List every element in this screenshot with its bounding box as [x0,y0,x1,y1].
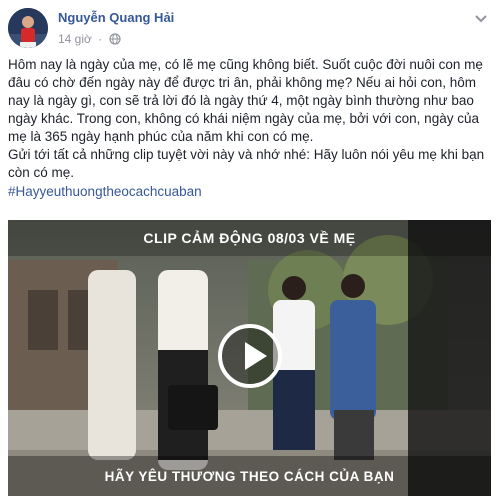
post-meta: 14 giờ · [58,32,121,46]
globe-icon[interactable] [108,33,121,45]
post-header: Nguyễn Quang Hải 14 giờ · [8,8,491,50]
play-icon [245,342,267,370]
post-body: Hôm nay là ngày của mẹ, có lẽ mẹ cũng kh… [8,56,496,201]
hashtag-link[interactable]: #Hayyeuthuongtheocachcuaban [8,183,202,201]
video-player[interactable]: CLIP CẢM ĐỘNG 08/03 VỀ MẸ HÃY YÊU THƯƠNG… [8,220,491,496]
author-name[interactable]: Nguyễn Quang Hải [58,10,174,25]
post-paragraph: Hôm nay là ngày của mẹ, có lẽ mẹ cũng kh… [8,57,483,144]
video-title: CLIP CẢM ĐỘNG 08/03 VỀ MẸ [143,230,356,246]
play-button[interactable] [218,324,282,388]
video-subtitle: HÃY YÊU THƯƠNG THEO CÁCH CỦA BẠN [104,469,395,484]
meta-separator: · [98,32,103,46]
chevron-down-icon[interactable] [471,12,491,26]
post-time[interactable]: 14 giờ [58,32,92,46]
post-paragraph: Gửi tới tất cả những clip tuyệt vời này … [8,147,485,180]
avatar[interactable] [8,8,48,48]
